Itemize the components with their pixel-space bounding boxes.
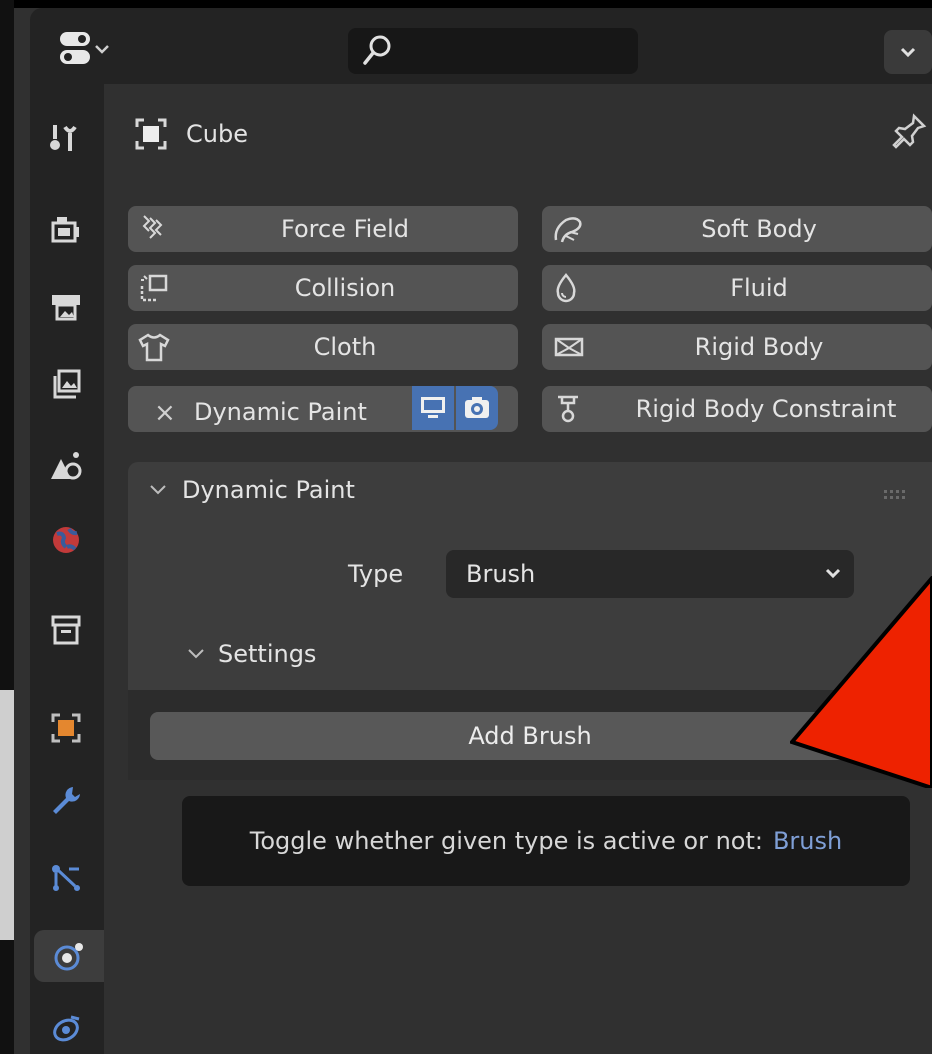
tooltip-text: Toggle whether given type is active or n… bbox=[249, 827, 763, 855]
tab-collection[interactable] bbox=[40, 604, 92, 656]
context-object-row: Cube bbox=[134, 112, 248, 156]
force-field-button[interactable]: Force Field bbox=[128, 206, 518, 252]
remove-x-icon[interactable]: × bbox=[154, 398, 176, 428]
search-icon bbox=[363, 35, 391, 65]
wrench-icon bbox=[53, 787, 80, 814]
render-camera-icon bbox=[51, 217, 79, 243]
rigid-body-button[interactable]: Rigid Body bbox=[542, 324, 932, 370]
tab-object[interactable] bbox=[40, 702, 92, 754]
viewport-display-toggle[interactable] bbox=[412, 386, 454, 430]
tab-constraints[interactable] bbox=[40, 1002, 92, 1054]
tooltip-value: Brush bbox=[772, 827, 843, 855]
render-toggle[interactable] bbox=[456, 386, 498, 430]
pin-button[interactable] bbox=[892, 112, 928, 152]
tab-output[interactable] bbox=[40, 280, 92, 332]
cloth-button[interactable]: Cloth bbox=[128, 324, 518, 370]
physics-orbit-icon bbox=[54, 943, 83, 971]
search-input[interactable] bbox=[348, 28, 638, 74]
settings-subpanel-header[interactable]: Settings bbox=[186, 640, 316, 668]
tab-world[interactable] bbox=[40, 514, 92, 566]
chevron-down-icon bbox=[150, 485, 166, 495]
rigid-body-icon bbox=[554, 337, 584, 357]
world-globe-icon bbox=[53, 527, 79, 553]
force-field-icon bbox=[142, 215, 163, 239]
tab-scene[interactable] bbox=[40, 440, 92, 492]
settings-title: Settings bbox=[218, 640, 317, 668]
fluid-drop-icon bbox=[556, 273, 576, 303]
collision-button[interactable]: Collision bbox=[128, 265, 518, 311]
constraints-icon bbox=[53, 1015, 80, 1042]
soft-body-icon bbox=[554, 217, 582, 243]
type-dropdown-value: Brush bbox=[466, 560, 536, 588]
collection-box-icon bbox=[51, 615, 81, 645]
properties-editor-icon bbox=[60, 32, 109, 64]
tab-particles[interactable] bbox=[40, 852, 92, 904]
chevron-down-icon bbox=[188, 649, 204, 659]
collision-icon bbox=[140, 274, 168, 302]
soft-body-button[interactable]: Soft Body bbox=[542, 206, 932, 252]
left-edge-strip bbox=[0, 0, 14, 1054]
annotation-arrow bbox=[790, 576, 932, 788]
fluid-button[interactable]: Fluid bbox=[542, 265, 932, 311]
editor-type-button[interactable] bbox=[60, 30, 140, 70]
particles-icon bbox=[52, 865, 80, 891]
tab-modifiers[interactable] bbox=[40, 774, 92, 826]
type-label: Type bbox=[348, 560, 404, 588]
view-layer-icon bbox=[53, 369, 81, 399]
cloth-shirt-icon bbox=[138, 333, 170, 362]
object-name: Cube bbox=[186, 120, 248, 148]
output-printer-icon bbox=[52, 295, 80, 321]
rigid-body-constraint-button[interactable]: Rigid Body Constraint bbox=[542, 386, 932, 432]
tab-render[interactable] bbox=[40, 204, 92, 256]
properties-tab-bar bbox=[30, 84, 104, 1054]
dynamic-paint-label: Dynamic Paint bbox=[194, 398, 367, 426]
chevron-down-icon bbox=[900, 47, 916, 58]
object-square-icon bbox=[51, 713, 81, 743]
camera-icon bbox=[465, 397, 489, 418]
tab-tool[interactable] bbox=[40, 112, 92, 164]
header-options-dropdown[interactable] bbox=[884, 30, 932, 74]
pin-icon bbox=[892, 113, 927, 149]
object-data-icon bbox=[135, 118, 167, 150]
tooltip: Toggle whether given type is active or n… bbox=[182, 796, 910, 886]
tab-view-layer[interactable] bbox=[40, 358, 92, 410]
drag-grip-icon[interactable] bbox=[882, 486, 912, 502]
monitor-icon bbox=[421, 397, 445, 418]
scene-icon bbox=[51, 452, 82, 480]
tool-icon bbox=[50, 125, 77, 151]
panel-title: Dynamic Paint bbox=[182, 476, 355, 504]
tab-physics[interactable] bbox=[34, 930, 104, 982]
dynamic-paint-panel-header[interactable]: Dynamic Paint bbox=[148, 476, 355, 504]
rigid-constraint-icon bbox=[558, 395, 578, 423]
